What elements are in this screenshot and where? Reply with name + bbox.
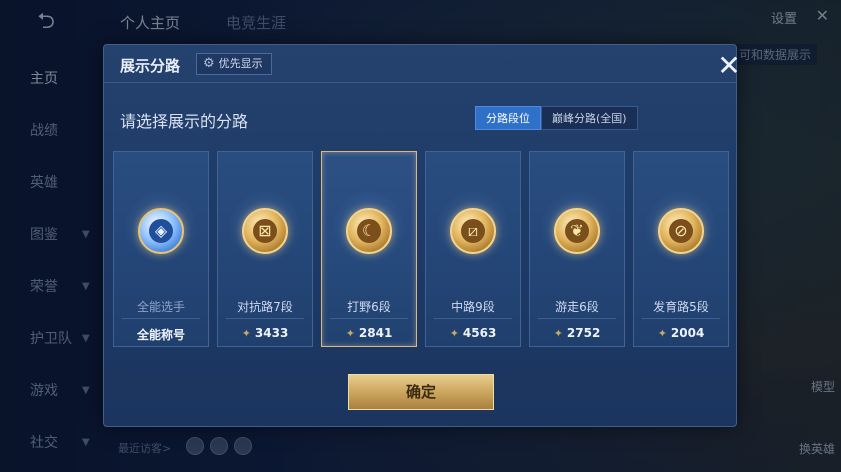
dialog-header: 展示分路 ⚙ 优先显示 bbox=[104, 45, 736, 83]
divider bbox=[538, 318, 616, 319]
badge-glyph: ❦ bbox=[565, 219, 589, 243]
close-x-icon: ✕ bbox=[717, 49, 741, 82]
selection-prompt: 请选择展示的分路 bbox=[120, 112, 249, 131]
lane-display-dialog: 展示分路 ⚙ 优先显示 ✕ 请选择展示的分路 分路段位 巅峰分路(全国) ◈ 全能… bbox=[103, 44, 741, 427]
lane-card-value: 全能称号 bbox=[114, 326, 208, 343]
lane-card-value-text: 3433 bbox=[254, 326, 289, 340]
confirm-button[interactable]: 确定 bbox=[348, 374, 494, 410]
clash-lane-badge-icon: ⊠ bbox=[242, 208, 288, 254]
lane-card-label: 全能选手 bbox=[136, 300, 185, 314]
divider bbox=[226, 318, 304, 319]
badge-glyph: ☾ bbox=[357, 219, 381, 243]
mid-lane-badge-icon: ⧄ bbox=[450, 208, 496, 254]
lane-card-value: ✦ 2841 bbox=[322, 326, 416, 340]
lane-card-value: ✦ 4563 bbox=[426, 326, 520, 340]
divider bbox=[434, 318, 512, 319]
rank-points-icon: ✦ bbox=[657, 327, 667, 340]
lane-card-jungle[interactable]: ☾ 打野6段 ✦ 2841 bbox=[321, 151, 417, 347]
lane-card-mid[interactable]: ⧄ 中路9段 ✦ 4563 bbox=[425, 151, 521, 347]
farm-lane-badge-icon: ⊘ bbox=[658, 208, 704, 254]
lane-card-label: 中路9段 bbox=[451, 300, 495, 314]
lane-card-label: 游走6段 bbox=[555, 300, 599, 314]
lane-card-value-text: 2004 bbox=[670, 326, 705, 340]
rank-mode-toggle: 分路段位 巅峰分路(全国) bbox=[475, 106, 638, 130]
rank-points-icon: ✦ bbox=[345, 327, 355, 340]
lane-card-label: 对抗路7段 bbox=[237, 300, 293, 314]
lane-card-all-round[interactable]: ◈ 全能选手 全能称号 bbox=[113, 151, 209, 347]
lane-card-value-text: 2752 bbox=[566, 326, 601, 340]
lane-card-clash[interactable]: ⊠ 对抗路7段 ✦ 3433 bbox=[217, 151, 313, 347]
lane-card-value: ✦ 2004 bbox=[634, 326, 728, 340]
rank-points-icon: ✦ bbox=[449, 327, 459, 340]
divider bbox=[642, 318, 720, 319]
all-round-badge-icon: ◈ bbox=[138, 208, 184, 254]
lane-card-list: ◈ 全能选手 全能称号 ⊠ 对抗路7段 ✦ 3433 ☾ 打野6段 ✦ 2841 ⧄… bbox=[113, 151, 733, 347]
lane-card-label: 打野6段 bbox=[347, 300, 391, 314]
tab-lane-rank[interactable]: 分路段位 bbox=[475, 106, 541, 130]
lane-card-farm[interactable]: ⊘ 发育路5段 ✦ 2004 bbox=[633, 151, 729, 347]
lane-card-value: ✦ 2752 bbox=[530, 326, 624, 340]
badge-glyph: ⊠ bbox=[253, 219, 277, 243]
divider bbox=[330, 318, 408, 319]
lane-card-value-text: 全能称号 bbox=[136, 328, 185, 342]
divider bbox=[122, 318, 200, 319]
lane-card-value-text: 4563 bbox=[462, 326, 497, 340]
lane-card-label: 发育路5段 bbox=[653, 300, 709, 314]
badge-glyph: ◈ bbox=[149, 219, 173, 243]
tab-peak-lane-national[interactable]: 巅峰分路(全国) bbox=[541, 106, 638, 130]
roam-badge-icon: ❦ bbox=[554, 208, 600, 254]
rank-points-icon: ✦ bbox=[553, 327, 563, 340]
dialog-title: 展示分路 bbox=[120, 57, 181, 75]
lane-card-roam[interactable]: ❦ 游走6段 ✦ 2752 bbox=[529, 151, 625, 347]
badge-glyph: ⧄ bbox=[461, 219, 485, 243]
priority-display-button[interactable]: ⚙ 优先显示 bbox=[196, 53, 272, 75]
lane-card-value: ✦ 3433 bbox=[218, 326, 312, 340]
gear-icon: ⚙ bbox=[203, 56, 215, 71]
priority-display-label: 优先显示 bbox=[218, 57, 263, 70]
rank-points-icon: ✦ bbox=[241, 327, 251, 340]
jungle-badge-icon: ☾ bbox=[346, 208, 392, 254]
close-button[interactable]: ✕ bbox=[712, 49, 746, 83]
lane-card-value-text: 2841 bbox=[358, 326, 393, 340]
badge-glyph: ⊘ bbox=[669, 219, 693, 243]
